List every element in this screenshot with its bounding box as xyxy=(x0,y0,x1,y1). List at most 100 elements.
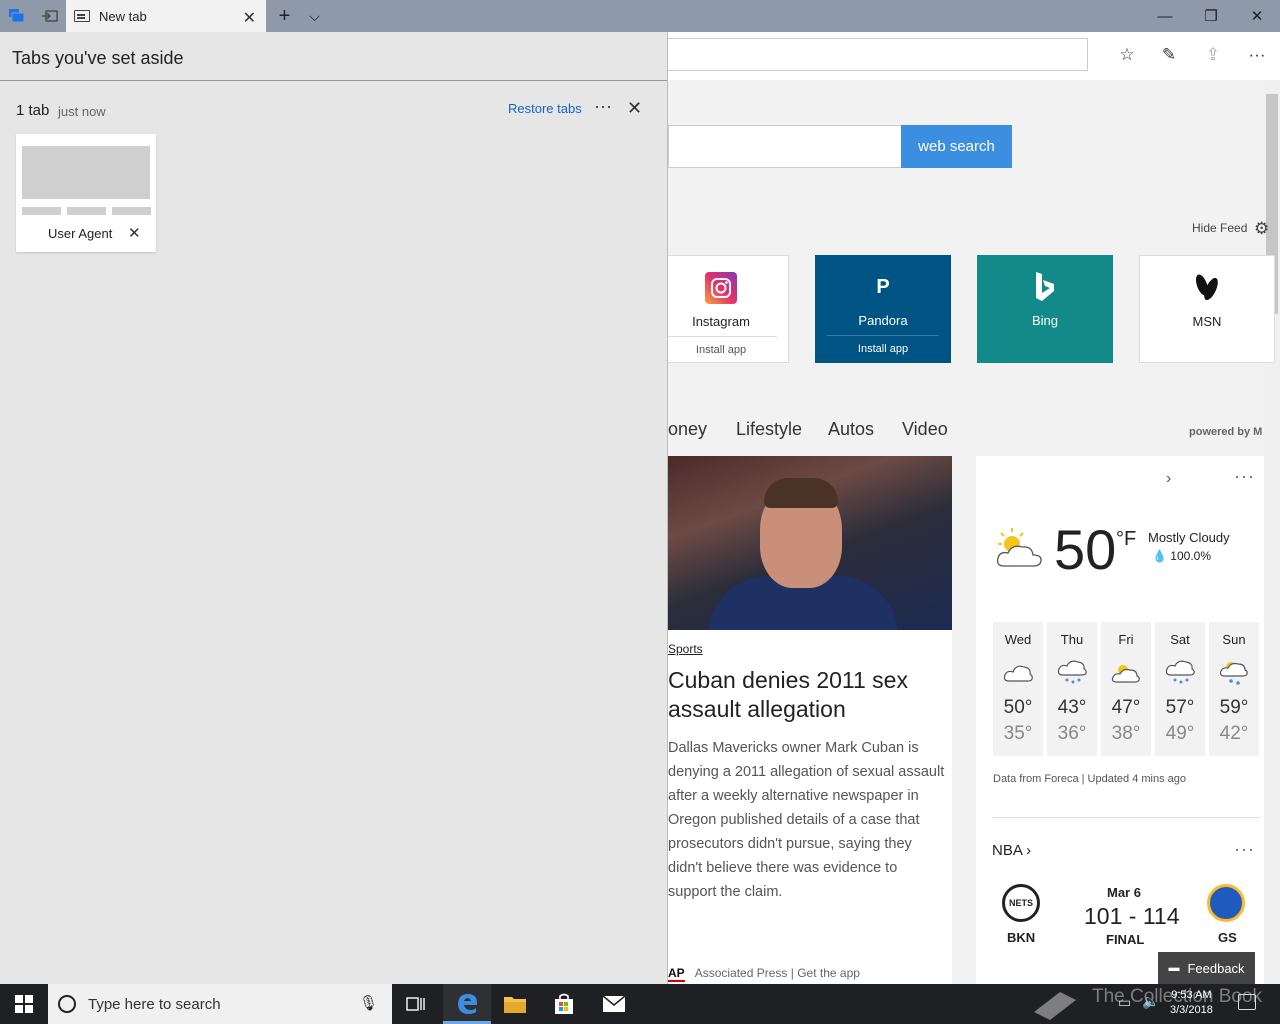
new-tab-button[interactable]: + xyxy=(268,0,301,32)
web-note-icon[interactable]: ✎ xyxy=(1154,42,1184,68)
news-card[interactable]: Sports Cuban denies 2011 sex assault all… xyxy=(668,456,952,984)
news-category-link[interactable]: Sports xyxy=(668,642,703,656)
pandora-icon: P xyxy=(876,275,890,298)
folder-icon xyxy=(504,997,526,1013)
get-the-app-link[interactable]: | Get the app xyxy=(791,966,860,980)
tile-msn[interactable]: MSN xyxy=(1139,255,1275,363)
mail-button[interactable] xyxy=(590,984,638,1024)
temperature-unit-toggle[interactable]: °F xyxy=(1116,528,1136,551)
nba-section-link[interactable]: NBA › xyxy=(992,842,1031,859)
news-summary: Dallas Mavericks owner Mark Cuban is den… xyxy=(668,740,945,900)
minimize-button[interactable]: — xyxy=(1142,0,1188,32)
weather-source: Data from Foreca | Updated 4 mins ago xyxy=(993,773,1187,785)
network-icon[interactable]: ▭ xyxy=(1118,994,1131,1011)
forecast-day[interactable]: Fri 47° 38° xyxy=(1101,622,1151,756)
install-app-link[interactable]: Install app xyxy=(827,335,939,355)
forecast-day-name: Fri xyxy=(1118,632,1134,647)
close-thumbnail-icon[interactable]: ✕ xyxy=(128,224,141,242)
file-explorer-button[interactable] xyxy=(491,984,539,1024)
forecast-day-name: Sat xyxy=(1170,632,1190,647)
forecast-high: 47° xyxy=(1111,697,1141,718)
forecast-low: 35° xyxy=(1003,723,1033,744)
chevron-right-icon[interactable]: › xyxy=(1166,470,1171,488)
restore-tabs-link[interactable]: Restore tabs xyxy=(508,101,582,116)
home-team: BKN xyxy=(1007,930,1036,945)
nba-more-icon[interactable]: ··· xyxy=(1234,839,1255,860)
forecast-day[interactable]: Thu 43° 36° xyxy=(1047,622,1097,756)
tile-instagram[interactable]: Instagram Install app xyxy=(653,255,789,363)
game-score[interactable]: 101 - 114 xyxy=(1084,903,1179,930)
tabs-aside-button[interactable] xyxy=(0,0,33,32)
nav-category-money[interactable]: oney xyxy=(668,419,707,440)
feedback-icon: ▬ xyxy=(1168,962,1180,974)
install-app-link[interactable]: Install app xyxy=(665,336,777,356)
tile-pandora[interactable]: P Pandora Install app xyxy=(815,255,951,363)
weather-more-icon[interactable]: ··· xyxy=(1234,466,1255,487)
cloudy-icon xyxy=(993,657,1043,687)
nav-category-lifestyle[interactable]: Lifestyle xyxy=(736,419,802,440)
game-date: Mar 6 xyxy=(1107,885,1141,900)
hide-feed-link[interactable]: Hide Feed xyxy=(1192,221,1247,235)
news-photo[interactable] xyxy=(668,456,952,630)
tile-name: Instagram xyxy=(692,314,750,329)
restore-window-button[interactable]: ❐ xyxy=(1188,0,1234,32)
tab-new-tab[interactable]: New tab ✕ xyxy=(66,0,266,32)
close-window-button[interactable]: ✕ xyxy=(1234,0,1280,32)
news-source: AP Associated Press | Get the app xyxy=(668,966,860,982)
new-tab-favicon-icon xyxy=(74,10,90,22)
weather-card: › ··· 50 °F Mostly Cloudy 💧 100.0% Wed 5… xyxy=(976,456,1264,984)
share-icon[interactable]: ⇪ xyxy=(1198,42,1228,68)
edge-icon xyxy=(458,993,477,1014)
remove-group-close-icon[interactable]: ✕ xyxy=(627,98,642,119)
thumbnail-bar xyxy=(112,207,151,215)
favorites-icon[interactable]: ☆ xyxy=(1112,42,1142,68)
news-headline[interactable]: Cuban denies 2011 sex assault allegation xyxy=(668,666,948,724)
volume-icon[interactable]: 🔈 xyxy=(1142,993,1159,1010)
tile-bing[interactable]: Bing xyxy=(977,255,1113,363)
task-view-button[interactable] xyxy=(392,984,440,1024)
microphone-icon[interactable]: 🎙 xyxy=(359,994,378,1012)
book-watermark-icon xyxy=(1030,988,1080,1024)
nav-category-video[interactable]: Video xyxy=(902,419,948,440)
forecast-day[interactable]: Wed 50° 35° xyxy=(993,622,1043,756)
set-aside-icon xyxy=(41,10,58,22)
more-menu-icon[interactable]: ··· xyxy=(1242,42,1272,68)
web-search-input[interactable] xyxy=(668,125,901,168)
close-tab-icon[interactable]: ✕ xyxy=(243,8,256,28)
taskbar-search-box[interactable]: Type here to search 🎙 xyxy=(48,984,392,1024)
group-more-icon[interactable]: ··· xyxy=(594,96,612,117)
nets-logo-icon: NETS xyxy=(1002,884,1040,922)
tab-list-chevron-down-icon[interactable]: ⌵ xyxy=(298,0,331,32)
start-button[interactable] xyxy=(0,984,48,1024)
tabs-set-aside-panel: Tabs you've set aside 1 tab just now Res… xyxy=(0,32,668,984)
feedback-button[interactable]: ▬ Feedback xyxy=(1158,952,1255,984)
nav-category-autos[interactable]: Autos xyxy=(828,419,874,440)
precipitation: 💧 100.0% xyxy=(1152,549,1211,563)
set-aside-tab-thumbnail[interactable]: User Agent ✕ xyxy=(16,134,156,252)
forecast-low: 49° xyxy=(1165,723,1195,744)
thumbnail-bar xyxy=(67,207,106,215)
forecast-day[interactable]: Sun 59° 42° xyxy=(1209,622,1259,756)
partly-cloudy-icon xyxy=(992,526,1044,575)
divider xyxy=(0,80,667,81)
weather-condition: Mostly Cloudy xyxy=(1148,530,1230,545)
cortana-icon xyxy=(58,995,76,1013)
web-search-button[interactable]: web search xyxy=(901,125,1012,168)
tab-group-count: 1 tab xyxy=(16,102,50,119)
forecast-low: 38° xyxy=(1111,723,1141,744)
forecast-day[interactable]: Sat 57° 49° xyxy=(1155,622,1205,756)
task-view-icon xyxy=(406,997,425,1011)
gear-icon[interactable]: ⚙ xyxy=(1254,219,1269,239)
partly-cloudy-icon xyxy=(1101,657,1151,687)
action-center-icon[interactable] xyxy=(1238,994,1256,1010)
address-bar[interactable] xyxy=(660,38,1088,71)
bing-icon xyxy=(1029,271,1061,303)
forecast-high: 50° xyxy=(1003,697,1033,718)
store-button[interactable] xyxy=(540,984,588,1024)
set-tabs-aside-button[interactable] xyxy=(33,0,66,32)
edge-taskbar-button[interactable] xyxy=(443,984,491,1024)
forecast-low: 36° xyxy=(1057,723,1087,744)
warriors-logo-icon xyxy=(1207,884,1245,922)
clock[interactable]: 9:53 AM 3/3/2018 xyxy=(1170,988,1213,1018)
forecast-high: 59° xyxy=(1219,697,1249,718)
